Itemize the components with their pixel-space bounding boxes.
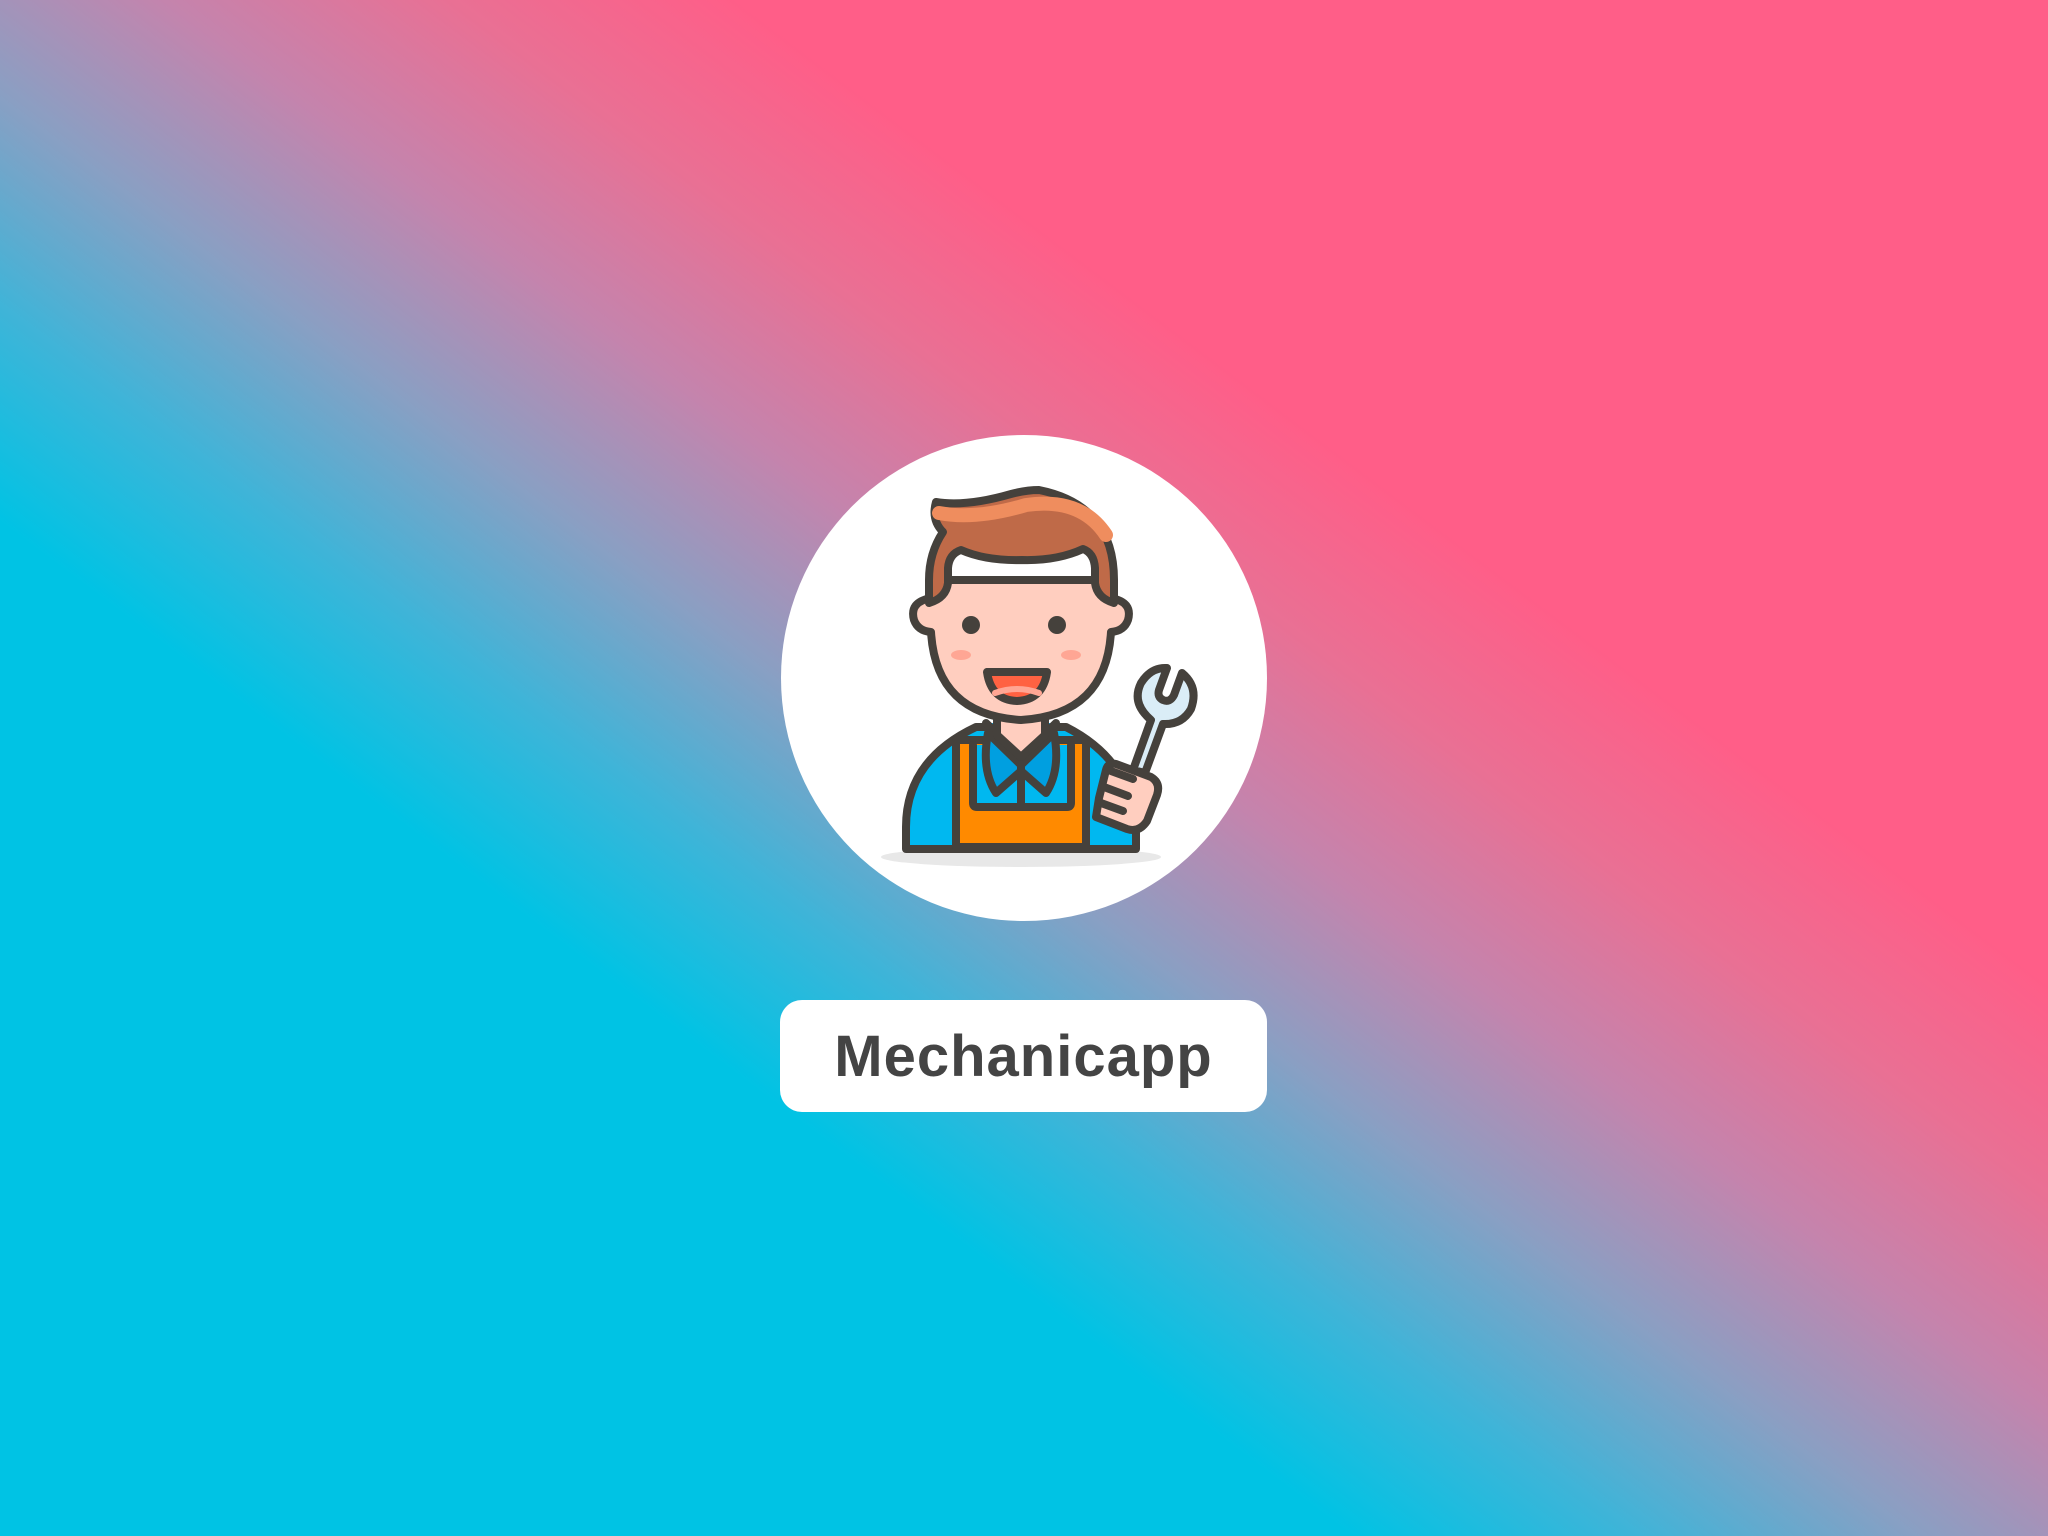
mechanic-avatar-icon bbox=[881, 486, 1198, 867]
app-name: Mechanicapp bbox=[834, 1023, 1213, 1089]
app-name-badge: Mechanicapp bbox=[780, 1000, 1267, 1112]
wrench-icon bbox=[1129, 663, 1198, 777]
app-logo bbox=[781, 435, 1267, 921]
